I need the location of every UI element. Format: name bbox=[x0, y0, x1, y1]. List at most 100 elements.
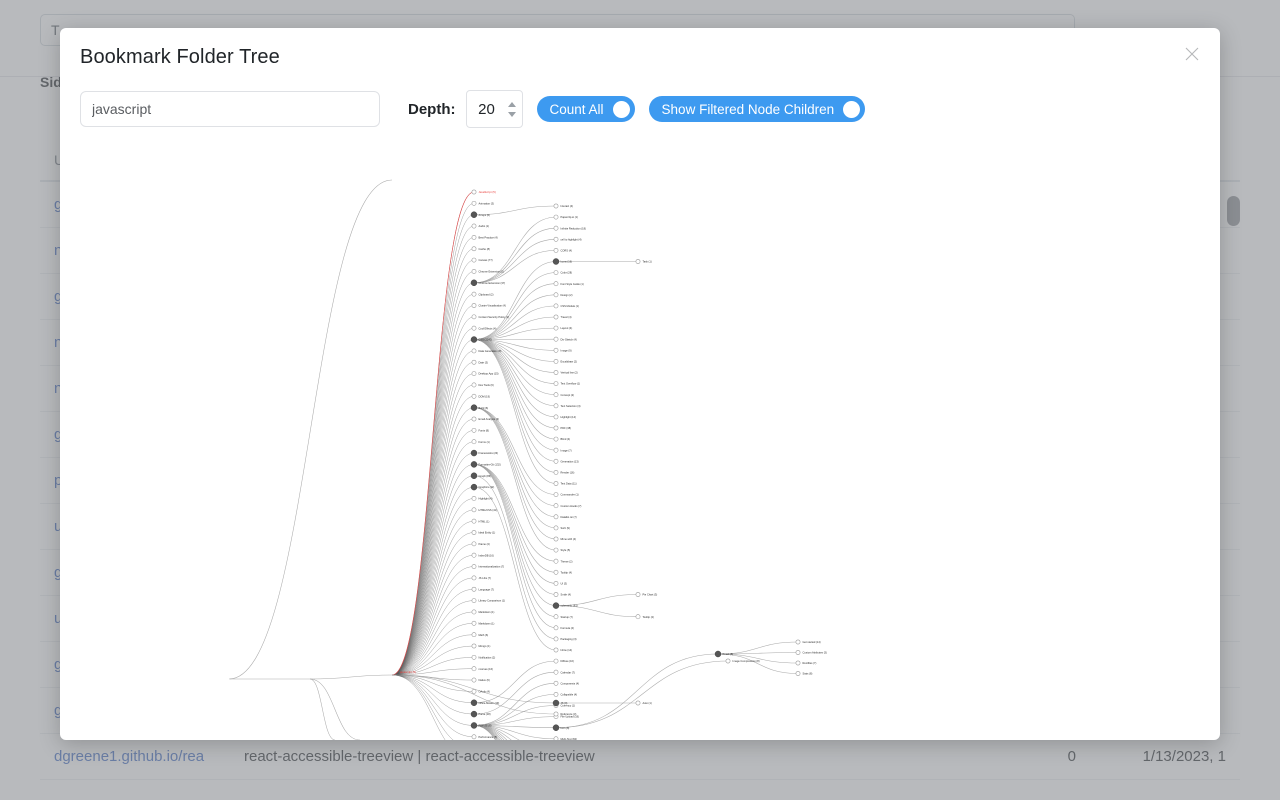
tree-node-leaf[interactable] bbox=[471, 530, 477, 535]
tree-node-leaf[interactable] bbox=[553, 392, 559, 398]
tree-node-leaf[interactable] bbox=[471, 643, 477, 649]
tree-node-leaf[interactable] bbox=[553, 692, 559, 697]
tree-node-leaf[interactable] bbox=[471, 598, 477, 603]
tree-node-leaf[interactable] bbox=[471, 371, 477, 376]
tree-node-leaf[interactable] bbox=[553, 203, 559, 209]
toggle-count-all[interactable]: Count All bbox=[536, 96, 635, 122]
tree-node-leaf[interactable] bbox=[553, 447, 559, 453]
tree-node-expanded[interactable] bbox=[552, 602, 560, 609]
tree-node-leaf[interactable] bbox=[635, 614, 641, 620]
tree-node-expanded[interactable] bbox=[470, 336, 478, 343]
tree-node-leaf[interactable] bbox=[553, 403, 559, 409]
tree-node-leaf[interactable] bbox=[471, 734, 477, 740]
tree-node-leaf[interactable] bbox=[553, 592, 559, 597]
tree-node-leaf[interactable] bbox=[725, 658, 731, 664]
tree-node-leaf[interactable] bbox=[553, 614, 559, 620]
tree-node-leaf[interactable] bbox=[795, 671, 801, 676]
tree-node-leaf[interactable] bbox=[471, 666, 477, 672]
tree-node-leaf[interactable] bbox=[553, 492, 559, 497]
tree-node-expanded[interactable] bbox=[470, 404, 478, 411]
tree-visualization[interactable]: javascript (5) JavaScript (5) Animation (3… bbox=[60, 160, 1220, 740]
tree-node-leaf[interactable] bbox=[471, 632, 477, 638]
depth-stepper[interactable] bbox=[465, 90, 523, 128]
tree-node-leaf[interactable] bbox=[553, 325, 559, 331]
tree-node-leaf[interactable] bbox=[635, 259, 641, 264]
tree-node-leaf[interactable] bbox=[553, 436, 559, 442]
tree-node-leaf[interactable] bbox=[553, 711, 559, 717]
tree-node-leaf[interactable] bbox=[471, 439, 477, 445]
tree-node-leaf[interactable] bbox=[471, 564, 477, 569]
filter-input[interactable] bbox=[80, 91, 380, 127]
tree-node-leaf[interactable] bbox=[553, 680, 559, 686]
tree-node-leaf[interactable] bbox=[471, 620, 477, 626]
tree-node-leaf[interactable] bbox=[471, 257, 477, 263]
tree-node-expanded[interactable] bbox=[470, 449, 478, 457]
tree-node-leaf[interactable] bbox=[471, 348, 477, 354]
tree-node-expanded[interactable] bbox=[470, 710, 478, 718]
tree-node-leaf[interactable] bbox=[553, 580, 559, 586]
tree-node-leaf[interactable] bbox=[471, 541, 477, 547]
tree-node-leaf[interactable] bbox=[471, 575, 477, 581]
close-icon[interactable] bbox=[1178, 40, 1206, 68]
tree-node-leaf[interactable] bbox=[553, 358, 559, 364]
tree-node-leaf[interactable] bbox=[553, 281, 559, 287]
tree-node-leaf[interactable] bbox=[471, 518, 477, 524]
tree-node-leaf[interactable] bbox=[553, 658, 559, 664]
tree-node-leaf[interactable] bbox=[795, 660, 801, 666]
tree-node-leaf[interactable] bbox=[553, 347, 559, 353]
toggle-show-filtered-node-children[interactable]: Show Filtered Node Children bbox=[648, 96, 866, 122]
tree-node-leaf[interactable] bbox=[471, 552, 477, 558]
tree-node-leaf[interactable] bbox=[553, 536, 559, 542]
tree-node-leaf[interactable] bbox=[553, 303, 559, 309]
tree-node-leaf[interactable] bbox=[553, 547, 559, 553]
tree-node-expanded[interactable] bbox=[470, 461, 478, 468]
tree-node-leaf[interactable] bbox=[471, 654, 477, 660]
tree-node-expanded[interactable] bbox=[470, 722, 478, 729]
tree-node-leaf[interactable] bbox=[553, 225, 559, 231]
tree-node-leaf[interactable] bbox=[553, 736, 559, 740]
tree-node-leaf[interactable] bbox=[471, 689, 477, 694]
tree-node-leaf[interactable] bbox=[795, 639, 801, 645]
tree-node-leaf[interactable] bbox=[553, 636, 559, 642]
tree-node-leaf[interactable] bbox=[471, 291, 477, 297]
chevron-up-icon[interactable] bbox=[507, 101, 517, 107]
tree-node-leaf[interactable] bbox=[471, 314, 477, 320]
tree-node-expanded[interactable] bbox=[470, 472, 478, 479]
tree-node-leaf[interactable] bbox=[471, 677, 477, 683]
chevron-down-icon[interactable] bbox=[507, 111, 517, 117]
tree-node-expanded[interactable] bbox=[552, 724, 560, 731]
tree-node-leaf[interactable] bbox=[553, 292, 559, 298]
tree-node-leaf[interactable] bbox=[471, 393, 477, 399]
tree-node-leaf[interactable] bbox=[471, 200, 477, 206]
tree-node-leaf[interactable] bbox=[553, 514, 559, 520]
tree-node-leaf[interactable] bbox=[471, 416, 477, 422]
tree-node-leaf[interactable] bbox=[553, 469, 559, 475]
tree-node-leaf[interactable] bbox=[553, 236, 559, 242]
tree-node-leaf[interactable] bbox=[553, 647, 559, 653]
tree-node-leaf[interactable] bbox=[471, 507, 477, 513]
tree-node-leaf[interactable] bbox=[471, 223, 477, 229]
tree-node-leaf[interactable] bbox=[553, 503, 559, 509]
tree-node-expanded[interactable] bbox=[714, 650, 722, 658]
depth-spinner[interactable] bbox=[507, 101, 522, 117]
tree-node-leaf[interactable] bbox=[553, 336, 559, 342]
tree-node-leaf[interactable] bbox=[795, 650, 801, 655]
tree-node-leaf[interactable] bbox=[471, 246, 477, 252]
tree-svg[interactable]: javascript (5) JavaScript (5) Animation (3… bbox=[60, 160, 1220, 740]
tree-node-expanded[interactable] bbox=[470, 279, 478, 287]
tree-node-leaf[interactable] bbox=[471, 496, 477, 501]
tree-node-expanded[interactable] bbox=[470, 483, 478, 491]
tree-node-leaf[interactable] bbox=[471, 303, 477, 308]
tree-node-leaf[interactable] bbox=[553, 248, 559, 253]
tree-node-leaf[interactable] bbox=[553, 525, 559, 531]
tree-node-leaf[interactable] bbox=[553, 481, 559, 486]
tree-node-leaf[interactable] bbox=[553, 425, 559, 431]
tree-node-leaf[interactable] bbox=[553, 625, 559, 631]
tree-node-leaf[interactable] bbox=[553, 270, 559, 275]
tree-node-leaf[interactable] bbox=[471, 609, 477, 615]
tree-node-leaf[interactable] bbox=[471, 427, 477, 433]
tree-node-expanded[interactable] bbox=[552, 258, 560, 265]
tree-node-leaf[interactable] bbox=[553, 414, 559, 420]
tree-node-leaf[interactable] bbox=[553, 558, 559, 564]
tree-node-leaf[interactable] bbox=[471, 586, 477, 592]
